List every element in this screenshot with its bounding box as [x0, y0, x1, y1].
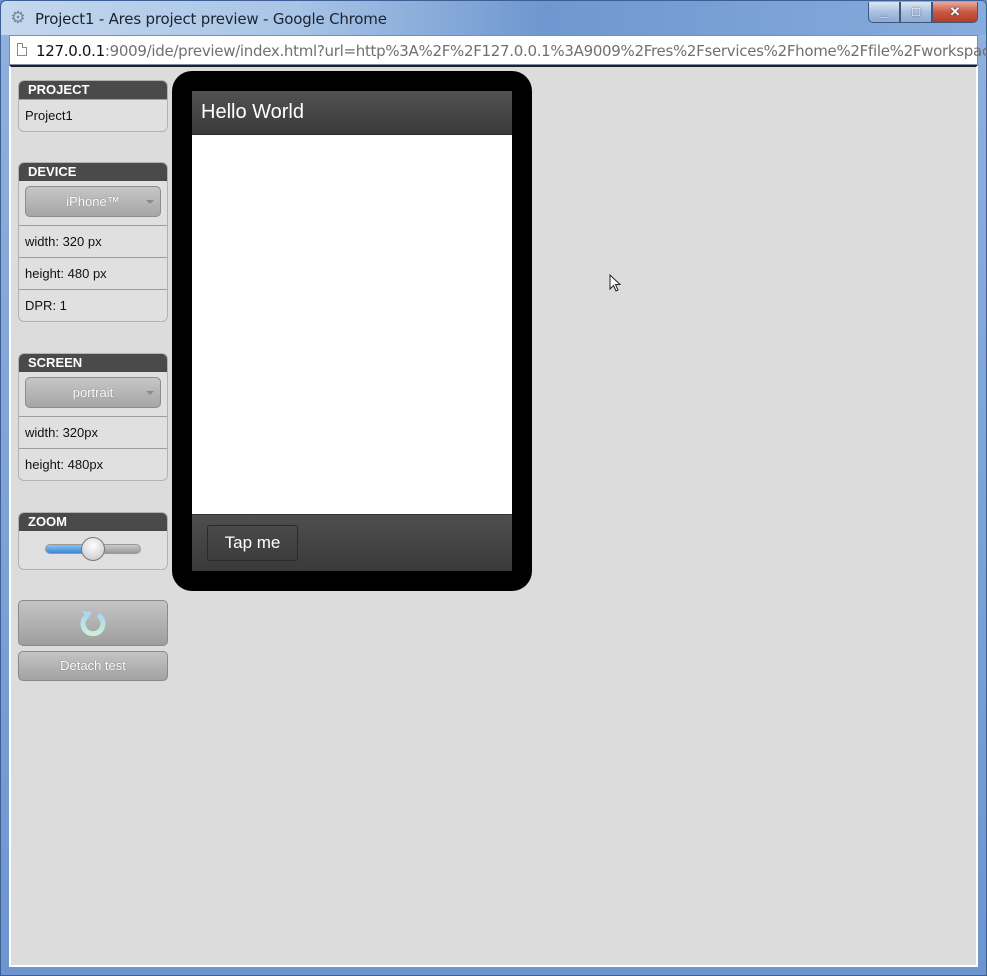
close-button[interactable]: ✕: [932, 2, 978, 23]
chrome-app-icon: ⚙: [10, 8, 26, 27]
app-title: Hello World: [201, 101, 304, 123]
screen-header: SCREEN: [19, 354, 167, 372]
device-screen: Hello World Tap me: [192, 91, 512, 571]
chevron-down-icon: [146, 391, 154, 395]
zoom-slider-knob[interactable]: [81, 537, 105, 561]
screen-height: height: 480px: [19, 448, 167, 480]
zoom-panel: ZOOM: [18, 512, 168, 570]
mouse-cursor-icon: [609, 274, 622, 292]
zoom-header: ZOOM: [19, 513, 167, 531]
chevron-down-icon: [146, 200, 154, 204]
device-picker-value: iPhone™: [66, 194, 120, 209]
device-frame: Hello World Tap me: [172, 71, 532, 591]
project-name: Project1: [19, 99, 167, 131]
minimize-button[interactable]: _: [868, 2, 900, 23]
browser-window: ⚙ Project1 - Ares project preview - Goog…: [0, 0, 987, 976]
app-bottom-bar: Tap me: [192, 514, 512, 571]
url-host: 127.0.0.1: [36, 42, 105, 60]
url-path: :9009/ide/preview/index.html?url=http%3A…: [104, 42, 987, 60]
device-picker[interactable]: iPhone™: [25, 186, 161, 217]
minimize-icon: _: [880, 4, 888, 19]
page-icon: [17, 43, 27, 56]
reload-button[interactable]: [18, 600, 168, 646]
reload-icon: [80, 611, 106, 637]
window-controls: _ □ ✕: [868, 2, 978, 24]
project-header: PROJECT: [19, 81, 167, 99]
device-dpr: DPR: 1: [19, 289, 167, 321]
close-icon: ✕: [949, 4, 961, 19]
device-width: width: 320 px: [19, 225, 167, 257]
orientation-picker-wrap: portrait: [19, 372, 167, 416]
page-viewport: PROJECT Project1 DEVICE iPhone™ width: 3…: [9, 65, 978, 967]
detach-test-button[interactable]: Detach test: [18, 651, 168, 681]
device-header: DEVICE: [19, 163, 167, 181]
device-height: height: 480 px: [19, 257, 167, 289]
screen-width: width: 320px: [19, 416, 167, 448]
url-text[interactable]: 127.0.0.1:9009/ide/preview/index.html?ur…: [36, 42, 987, 60]
project-panel: PROJECT Project1: [18, 80, 168, 132]
screen-panel: SCREEN portrait width: 320px height: 480…: [18, 353, 168, 481]
orientation-picker-value: portrait: [72, 385, 114, 400]
orientation-picker[interactable]: portrait: [25, 377, 161, 408]
app-toolbar: Hello World: [192, 91, 512, 135]
address-bar[interactable]: 127.0.0.1:9009/ide/preview/index.html?ur…: [9, 35, 987, 65]
maximize-button[interactable]: □: [900, 2, 932, 23]
tap-me-button[interactable]: Tap me: [207, 525, 298, 561]
device-panel: DEVICE iPhone™ width: 320 px height: 480…: [18, 162, 168, 322]
zoom-slider[interactable]: [45, 537, 141, 561]
maximize-icon: □: [912, 4, 920, 19]
zoom-slider-area: [19, 531, 167, 569]
title-bar[interactable]: ⚙ Project1 - Ares project preview - Goog…: [1, 1, 986, 35]
window-title: Project1 - Ares project preview - Google…: [35, 10, 387, 28]
device-picker-wrap: iPhone™: [19, 181, 167, 225]
